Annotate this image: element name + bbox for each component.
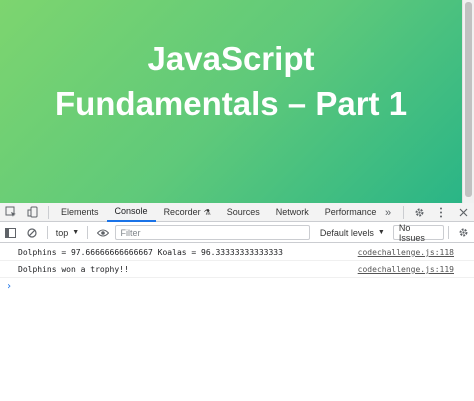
divider xyxy=(48,205,49,219)
context-selector[interactable]: top ▼ xyxy=(52,223,83,243)
log-message: Dolphins won a trophy!! xyxy=(18,264,129,274)
flask-icon: ⚗ xyxy=(203,207,211,217)
clear-console-icon[interactable] xyxy=(21,223,42,242)
close-icon[interactable] xyxy=(452,203,474,222)
inspect-element-icon[interactable] xyxy=(0,203,22,222)
show-sidebar-icon[interactable] xyxy=(0,223,21,242)
divider xyxy=(87,226,89,239)
tab-label: Elements xyxy=(61,207,99,217)
issues-button[interactable]: No Issues xyxy=(392,222,444,243)
settings-gear-icon[interactable] xyxy=(408,203,430,222)
device-toolbar-icon[interactable] xyxy=(22,203,44,222)
console-prompt[interactable]: › xyxy=(0,278,474,294)
tab-elements[interactable]: Elements xyxy=(53,203,107,222)
eye-icon[interactable] xyxy=(92,223,113,242)
caret-down-icon: ▼ xyxy=(377,229,385,236)
prompt-chevron-icon: › xyxy=(6,280,13,292)
tab-label: Console xyxy=(114,206,148,216)
divider xyxy=(46,226,48,239)
console-output: Dolphins = 97.66666666666667 Koalas = 96… xyxy=(0,244,474,401)
tab-label: Performance xyxy=(324,207,377,217)
context-label: top xyxy=(55,227,69,238)
divider xyxy=(447,226,449,239)
devtools-panel: Elements Console Recorder ⚗ Sources Netwo… xyxy=(0,203,474,401)
tabbar-actions: » xyxy=(377,203,474,222)
tab-label: Network xyxy=(275,207,309,217)
page-viewport: JavaScript Fundamentals – Part 1 xyxy=(0,0,474,203)
kebab-menu-icon[interactable] xyxy=(430,203,452,222)
page-heading: JavaScript Fundamentals – Part 1 xyxy=(54,40,408,122)
more-tabs-icon[interactable]: » xyxy=(377,203,399,222)
tab-label: Sources xyxy=(226,207,260,217)
console-log-row: Dolphins = 97.66666666666667 Koalas = 96… xyxy=(0,244,474,261)
tab-recorder[interactable]: Recorder ⚗ xyxy=(156,203,219,222)
levels-label: Default levels xyxy=(319,227,374,238)
log-source-link[interactable]: codechallenge.js:118 xyxy=(358,248,454,257)
log-levels-dropdown[interactable]: Default levels ▼ xyxy=(314,228,391,238)
log-message: Dolphins = 97.66666666666667 Koalas = 96… xyxy=(18,247,283,257)
caret-down-icon: ▼ xyxy=(72,229,80,236)
issues-label: No Issues xyxy=(398,222,425,243)
tab-sources[interactable]: Sources xyxy=(219,203,268,222)
console-settings-gear-icon[interactable] xyxy=(453,223,474,242)
tab-network[interactable]: Network xyxy=(268,203,317,222)
tab-console[interactable]: Console xyxy=(106,203,156,222)
tab-label: Recorder xyxy=(163,207,201,217)
scrollbar-thumb[interactable] xyxy=(465,2,472,197)
devtools-tabbar: Elements Console Recorder ⚗ Sources Netwo… xyxy=(0,203,474,222)
filter-input[interactable] xyxy=(115,225,310,240)
page-scrollbar[interactable] xyxy=(462,0,474,203)
log-source-link[interactable]: codechallenge.js:119 xyxy=(358,265,454,274)
divider xyxy=(403,206,404,219)
tab-performance[interactable]: Performance xyxy=(317,203,385,222)
console-log-row: Dolphins won a trophy!! codechallenge.js… xyxy=(0,261,474,278)
console-toolbar: top ▼ Default levels ▼ No Issues xyxy=(0,223,474,243)
